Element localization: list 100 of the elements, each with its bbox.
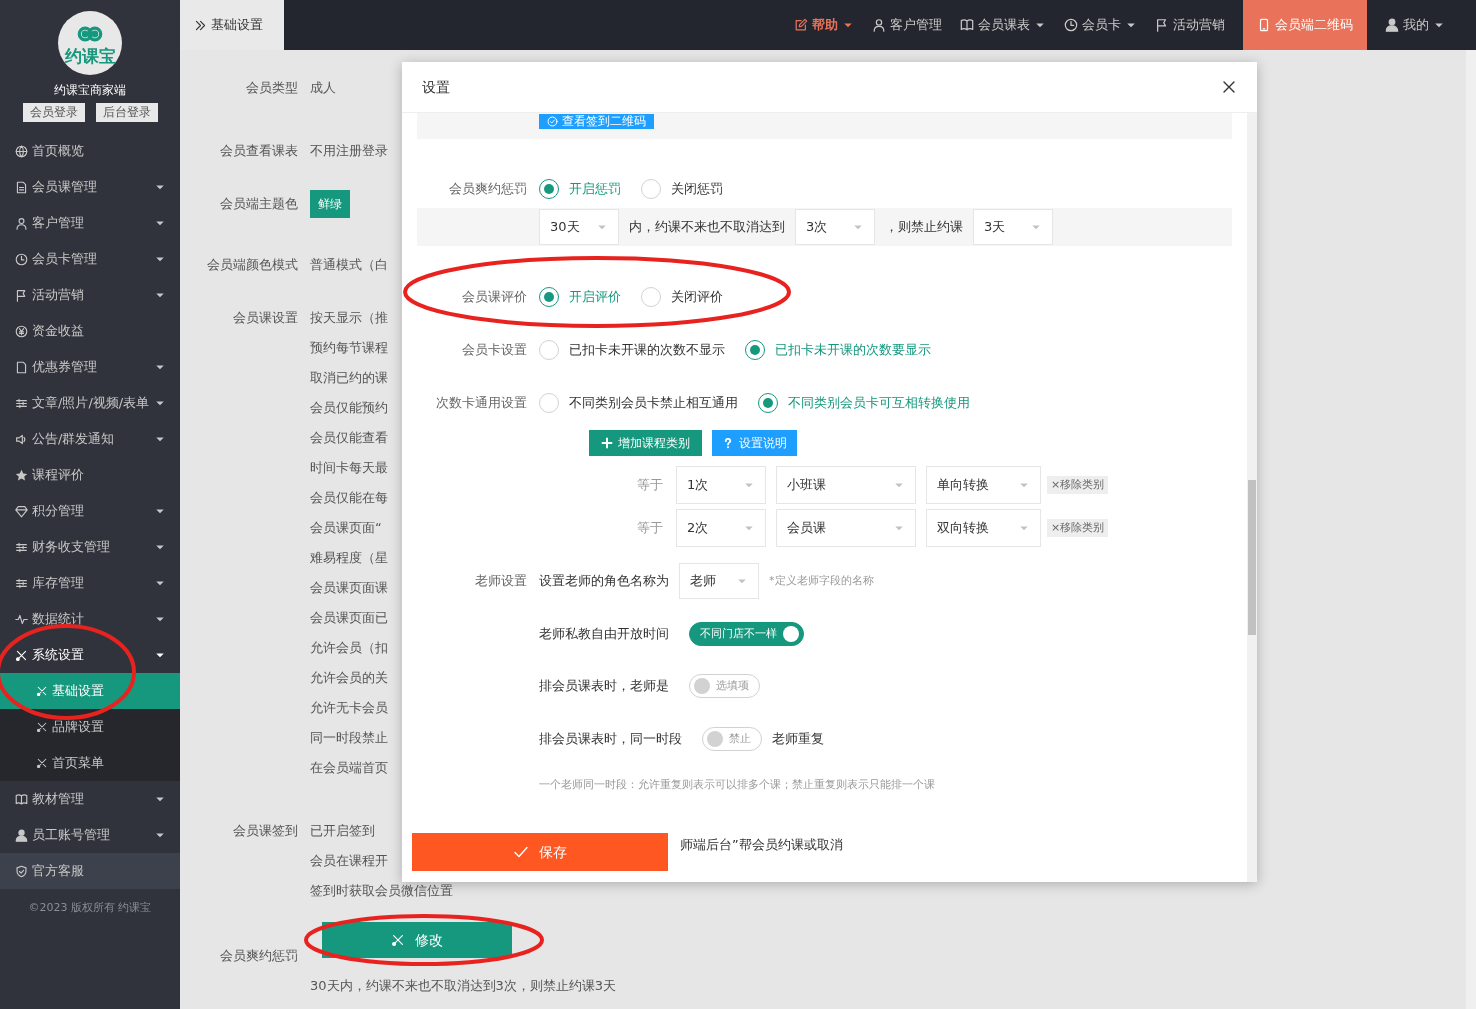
nav-link[interactable]: 客户管理 — [863, 0, 951, 50]
setting-value: 允许会员的关 — [310, 670, 388, 685]
sidebar-item[interactable]: 库存管理 — [0, 565, 180, 601]
radio-label: 关闭评价 — [671, 288, 723, 307]
nav-link[interactable]: 会员课表 — [951, 0, 1055, 50]
select-field[interactable]: 老师 — [679, 563, 759, 599]
setting-value: 时间卡每天最 — [310, 460, 388, 475]
field-text: 设置老师的角色名称为 — [539, 572, 670, 591]
sidebar-item[interactable]: 财务收支管理 — [0, 529, 180, 565]
setting-value: 会员仅能预约 — [310, 400, 388, 415]
modal-title: 设置 — [422, 77, 450, 97]
setting-value: 会员仅能在每 — [310, 490, 388, 505]
close-button[interactable] — [1221, 79, 1237, 95]
radio-button[interactable] — [539, 287, 559, 307]
sidebar-item[interactable]: 活动营销 — [0, 277, 180, 313]
select-field[interactable]: 30天 — [539, 209, 619, 245]
sidebar-item[interactable]: 教材管理 — [0, 781, 180, 817]
radio-button[interactable] — [745, 340, 765, 360]
speaker-icon — [15, 432, 28, 446]
select-field[interactable]: 双向转换 — [926, 509, 1041, 547]
check-circle-icon — [547, 116, 558, 127]
hint-text: 一个老师同一时段：允许重复则表示可以排多个课；禁止重复则表示只能排一个课 — [539, 776, 935, 793]
radio-label: 关闭惩罚 — [671, 180, 723, 199]
sidebar-item[interactable]: 数据统计 — [0, 601, 180, 637]
clock-icon — [1064, 18, 1078, 32]
phone-icon — [1257, 18, 1271, 32]
setting-value: 会员课页面已 — [310, 610, 388, 625]
scrollbar-thumb[interactable] — [1248, 480, 1256, 635]
select-field[interactable]: 3次 — [795, 209, 875, 245]
sidebar-item[interactable]: 会员课管理 — [0, 169, 180, 205]
flag-icon — [15, 288, 28, 302]
sidebar-item[interactable]: 会员卡管理 — [0, 241, 180, 277]
add-category-button[interactable]: 增加课程类别 — [589, 430, 702, 456]
setting-value: 30天内，约课不来也不取消达到3次，则禁止约课3天 — [310, 978, 617, 993]
nav-link[interactable]: 会员卡 — [1055, 0, 1146, 50]
nav-link[interactable]: 我的 — [1376, 0, 1454, 50]
setting-value: 会员仅能查看 — [310, 430, 388, 445]
login-button[interactable]: 后台登录 — [95, 103, 158, 122]
setting-value: 不用注册登录 — [310, 143, 388, 158]
clock-icon — [15, 252, 28, 266]
copyright-text: ©2023 版权所有 约课宝 — [27, 900, 153, 916]
radio-button[interactable] — [539, 179, 559, 199]
field-text: 师端后台”帮会员约课或取消 — [680, 836, 843, 855]
sidebar-item[interactable]: 优惠券管理 — [0, 349, 180, 385]
sidebar-item[interactable]: 文章/照片/视频/表单 — [0, 385, 180, 421]
setting-value: 允许会员（扣 — [310, 640, 388, 655]
setting-label: 会员类型 — [245, 79, 299, 97]
sidebar-item[interactable]: 系统设置 — [0, 637, 180, 673]
field-text: ，则禁止约课 — [884, 218, 964, 237]
toggle-switch[interactable]: 不同门店不一样 — [689, 622, 804, 646]
setting-value: 允许无卡会员 — [310, 700, 388, 715]
radio-button[interactable] — [758, 393, 778, 413]
select-field[interactable]: 会员课 — [776, 509, 916, 547]
app-title: 约课宝商家端 — [53, 82, 127, 99]
sidebar-item[interactable]: 资金收益 — [0, 313, 180, 349]
sidebar-item[interactable]: 公告/群发通知 — [0, 421, 180, 457]
setting-value: 取消已约的课 — [310, 370, 388, 385]
setting-label: 会员爽约惩罚 — [219, 947, 299, 965]
sidebar-item[interactable]: 课程评价 — [0, 457, 180, 493]
sidebar-subitem[interactable]: 基础设置 — [0, 673, 180, 709]
diamond-icon — [15, 504, 28, 518]
sidebar-item[interactable]: 积分管理 — [0, 493, 180, 529]
login-button[interactable]: 会员登录 — [22, 103, 85, 122]
sidebar-subitem[interactable]: 品牌设置 — [0, 709, 180, 745]
modify-button[interactable]: 修改 — [322, 922, 512, 958]
setting-label: 会员端颜色模式 — [206, 256, 299, 274]
sidebar-subitem[interactable]: 首页菜单 — [0, 745, 180, 781]
field-text: 排会员课表时，同一时段 — [539, 730, 683, 749]
nav-link[interactable]: 帮助 — [785, 0, 863, 50]
select-field[interactable]: 小班课 — [776, 466, 916, 504]
setting-value: 普通模式（白 — [310, 257, 388, 272]
sliders-icon — [15, 576, 28, 590]
select-field[interactable]: 3天 — [973, 209, 1053, 245]
document-icon — [15, 180, 28, 194]
select-field[interactable]: 单向转换 — [926, 466, 1041, 504]
scrollbar[interactable] — [1247, 113, 1257, 882]
question-icon — [722, 437, 734, 449]
field-text: 老师私教自由开放时间 — [539, 625, 670, 644]
sidebar-item[interactable]: 客户管理 — [0, 205, 180, 241]
page-icon — [15, 360, 28, 374]
scrollbar[interactable] — [1466, 50, 1476, 1009]
sidebar-item[interactable]: 员工账号管理 — [0, 817, 180, 853]
remove-category-button[interactable]: ×移除类别 — [1047, 519, 1109, 537]
radio-label: 开启评价 — [569, 288, 621, 307]
nav-link[interactable]: 活动营销 — [1146, 0, 1234, 50]
person-icon — [15, 828, 28, 842]
check-icon — [513, 844, 529, 860]
select-field[interactable]: 1次 — [676, 466, 766, 504]
sidebar-item[interactable]: 官方客服 — [0, 853, 180, 889]
field-label: 会员爽约惩罚 — [448, 180, 527, 199]
person-icon — [872, 18, 886, 32]
theme-color-badge: 鲜绿 — [310, 190, 350, 218]
setting-value: 已开启签到 — [310, 823, 375, 838]
person-icon — [15, 216, 28, 230]
remove-category-button[interactable]: ×移除类别 — [1047, 476, 1109, 494]
field-text: 排会员课表时，老师是 — [539, 677, 670, 696]
select-field[interactable]: 2次 — [676, 509, 766, 547]
edit-icon — [794, 18, 808, 32]
sidebar-item[interactable]: 首页概览 — [0, 133, 180, 169]
field-text: 等于 — [637, 476, 664, 495]
